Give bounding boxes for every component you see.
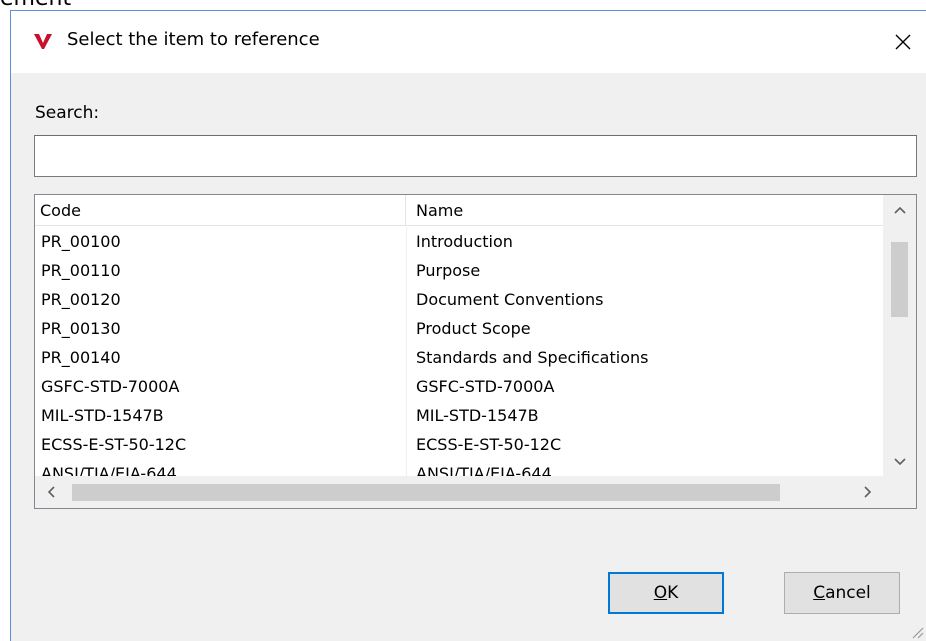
cell-name: Introduction xyxy=(416,232,513,251)
search-input[interactable] xyxy=(34,135,917,177)
table-row[interactable]: GSFC-STD-7000A GSFC-STD-7000A xyxy=(35,372,884,401)
table-row[interactable]: PR_00130 Product Scope xyxy=(35,314,884,343)
horizontal-scroll-thumb[interactable] xyxy=(72,484,780,501)
chevron-left-icon xyxy=(47,486,55,498)
cell-code: MIL-STD-1547B xyxy=(35,401,407,430)
ok-button[interactable]: OK xyxy=(608,572,724,614)
close-icon xyxy=(895,34,911,50)
cancel-button[interactable]: Cancel xyxy=(784,572,900,614)
cell-name: Standards and Specifications xyxy=(416,348,649,367)
cancel-label-rest: ancel xyxy=(825,583,871,603)
cell-name: Purpose xyxy=(416,261,481,280)
cell-code: PR_00100 xyxy=(35,227,407,256)
reference-list[interactable]: Code Name PR_00100 Introduction PR_00110 Pu… xyxy=(34,194,917,509)
dialog-title: Select the item to reference xyxy=(67,29,320,50)
scroll-right-button[interactable] xyxy=(852,476,884,508)
cell-code: PR_00130 xyxy=(35,314,407,343)
search-label: Search: xyxy=(35,103,100,123)
scroll-left-button[interactable] xyxy=(35,476,67,508)
reference-dialog: Select the item to reference Search: Cod… xyxy=(10,10,926,641)
cell-name: ANSI/TIA/EIA-644 xyxy=(416,464,552,477)
ok-mnemonic: O xyxy=(653,583,668,603)
vertical-scroll-thumb[interactable] xyxy=(891,242,908,317)
scrollbar-corner xyxy=(883,476,916,508)
column-header-code[interactable]: Code xyxy=(35,195,406,226)
chevron-up-icon xyxy=(893,206,906,214)
table-row[interactable]: PR_00100 Introduction xyxy=(35,227,884,256)
cancel-mnemonic: C xyxy=(813,583,826,603)
table-row[interactable]: PR_00120 Document Conventions xyxy=(35,285,884,314)
cell-code: PR_00120 xyxy=(35,285,407,314)
table-row[interactable]: MIL-STD-1547B MIL-STD-1547B xyxy=(35,401,884,430)
list-header: Code Name xyxy=(35,195,884,226)
scroll-up-button[interactable] xyxy=(883,195,916,225)
table-row[interactable]: PR_00110 Purpose xyxy=(35,256,884,285)
cell-name: Product Scope xyxy=(416,319,531,338)
vertical-scrollbar[interactable] xyxy=(883,195,916,477)
cell-code: PR_00110 xyxy=(35,256,407,285)
cell-code: PR_00140 xyxy=(35,343,407,372)
chevron-right-icon xyxy=(864,486,872,498)
close-button[interactable] xyxy=(880,11,926,73)
cell-code: GSFC-STD-7000A xyxy=(35,372,407,401)
resize-grip-icon[interactable] xyxy=(910,625,924,639)
horizontal-scrollbar[interactable] xyxy=(35,476,884,508)
table-row[interactable]: ANSI/TIA/EIA-644 ANSI/TIA/EIA-644 xyxy=(35,459,884,477)
ok-label-rest: K xyxy=(667,583,679,603)
list-body: PR_00100 Introduction PR_00110 Purpose PR_00… xyxy=(35,227,884,477)
column-header-name[interactable]: Name xyxy=(406,195,884,226)
cell-code: ANSI/TIA/EIA-644 xyxy=(35,459,407,477)
table-row[interactable]: ECSS-E-ST-50-12C ECSS-E-ST-50-12C xyxy=(35,430,884,459)
cell-name: Document Conventions xyxy=(416,290,604,309)
cell-code: ECSS-E-ST-50-12C xyxy=(35,430,407,459)
scroll-down-button[interactable] xyxy=(883,447,916,477)
table-row[interactable]: PR_00140 Standards and Specifications xyxy=(35,343,884,372)
chevron-down-icon xyxy=(893,458,906,466)
title-bar: Select the item to reference xyxy=(11,11,926,73)
app-logo-icon xyxy=(34,34,52,49)
cell-name: MIL-STD-1547B xyxy=(416,406,539,425)
cell-name: GSFC-STD-7000A xyxy=(416,377,555,396)
cell-name: ECSS-E-ST-50-12C xyxy=(416,435,562,454)
